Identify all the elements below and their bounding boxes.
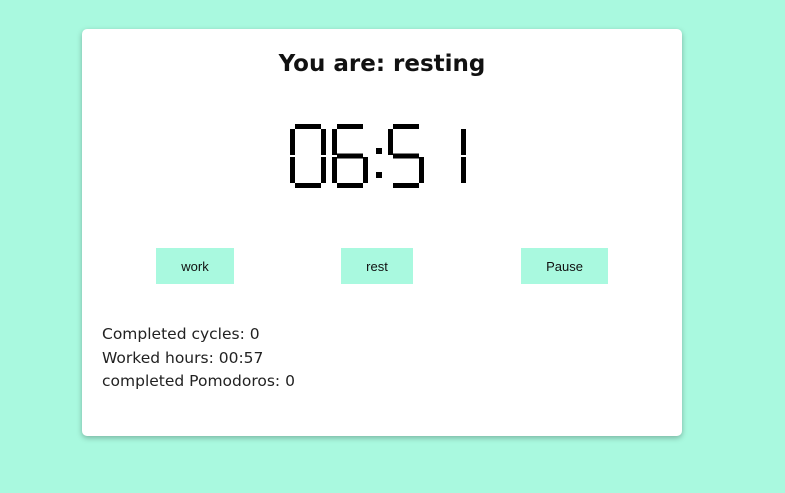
timer-digits	[290, 124, 466, 188]
timer-digit	[332, 124, 368, 188]
status-title: You are: resting	[278, 51, 486, 77]
timer-digit	[388, 124, 424, 188]
completed-pomodoros-text: completed Pomodoros: 0	[102, 372, 295, 390]
work-button[interactable]: work	[156, 248, 234, 284]
completed-cycles-text: Completed cycles: 0	[102, 325, 260, 343]
timer-colon-dot	[376, 172, 382, 178]
timer-display	[290, 123, 470, 189]
timer-colon-dot	[376, 148, 382, 154]
timer-digit	[290, 124, 326, 188]
pomodoro-card: You are: resting work rest Pause Complet…	[82, 29, 682, 436]
stats-panel: Completed cycles: 0 Worked hours: 00:57 …	[102, 323, 295, 394]
rest-button[interactable]: rest	[341, 248, 413, 284]
worked-hours-text: Worked hours: 00:57	[102, 348, 264, 367]
timer-digit	[461, 129, 466, 183]
pause-button[interactable]: Pause	[521, 248, 608, 284]
